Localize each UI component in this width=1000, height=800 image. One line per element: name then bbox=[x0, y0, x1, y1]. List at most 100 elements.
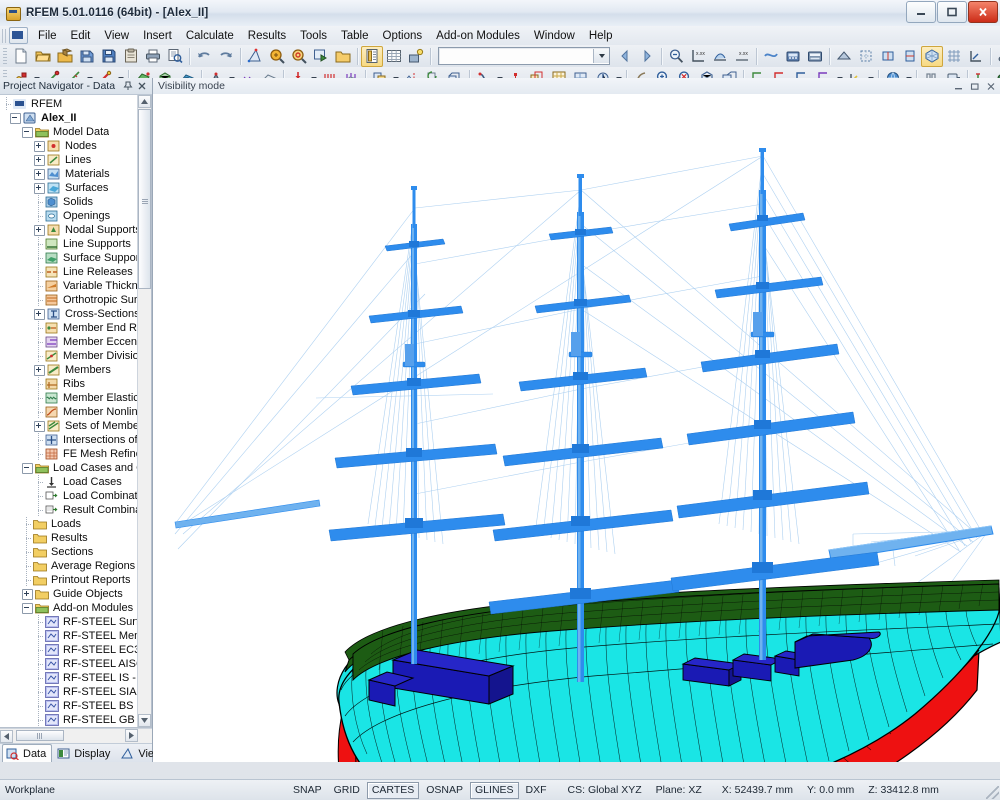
tree-item-variable-thickne[interactable]: Variable Thickne bbox=[0, 279, 150, 293]
redo-icon[interactable] bbox=[215, 46, 237, 67]
menu-table[interactable]: Table bbox=[334, 28, 376, 44]
expand-icon[interactable] bbox=[22, 588, 33, 600]
maximize-button[interactable] bbox=[937, 1, 967, 23]
tree-item-cross-sections[interactable]: Cross-Sections bbox=[0, 307, 150, 321]
snap-toggle-osnap[interactable]: OSNAP bbox=[421, 782, 468, 799]
tree-item-rf-steel-memb[interactable]: RF-STEEL Memb bbox=[0, 629, 150, 643]
menu-calculate[interactable]: Calculate bbox=[179, 28, 241, 44]
collapse-icon[interactable] bbox=[22, 126, 33, 138]
expand-icon[interactable] bbox=[34, 420, 45, 432]
pin-icon[interactable] bbox=[121, 80, 135, 93]
tree-item-solids[interactable]: Solids bbox=[0, 195, 150, 209]
toolbar-grip[interactable] bbox=[3, 48, 7, 64]
menu-help[interactable]: Help bbox=[582, 28, 620, 44]
collapse-icon[interactable] bbox=[10, 112, 21, 124]
tree-item-printout-reports[interactable]: Printout Reports bbox=[0, 573, 150, 587]
result-diagram-icon[interactable] bbox=[709, 46, 731, 67]
menu-edit[interactable]: Edit bbox=[64, 28, 98, 44]
view-side-icon[interactable] bbox=[899, 46, 921, 67]
view-grid-icon[interactable] bbox=[943, 46, 965, 67]
render-model-icon[interactable] bbox=[244, 46, 266, 67]
tree-item-lines[interactable]: Lines bbox=[0, 153, 150, 167]
tree-item-average-regions[interactable]: Average Regions bbox=[0, 559, 150, 573]
tree-item-nodal-supports[interactable]: Nodal Supports bbox=[0, 223, 150, 237]
value-table-icon[interactable]: x.xx bbox=[731, 46, 753, 67]
menu-tools[interactable]: Tools bbox=[293, 28, 334, 44]
tree-item-surfaces[interactable]: Surfaces bbox=[0, 181, 150, 195]
tree-item-member-nonline[interactable]: Member Nonline bbox=[0, 405, 150, 419]
scroll-down-button[interactable] bbox=[138, 714, 151, 727]
print-preview-icon[interactable] bbox=[164, 46, 186, 67]
tab-data[interactable]: Data bbox=[2, 744, 53, 762]
expand-icon[interactable] bbox=[34, 182, 45, 194]
tree-item-fe-mesh-refinem[interactable]: FE Mesh Refinem bbox=[0, 447, 150, 461]
tree-item-rf-steel-aisc[interactable]: RF-STEEL AISC - bbox=[0, 657, 150, 671]
navigator-vertical-scrollbar[interactable] bbox=[137, 95, 151, 727]
tree-item-load-cases[interactable]: Load Cases bbox=[0, 475, 150, 489]
tab-display[interactable]: Display bbox=[53, 745, 116, 762]
save-as-model-icon[interactable] bbox=[76, 46, 98, 67]
tree-item-members[interactable]: Members bbox=[0, 363, 150, 377]
tree-item-member-division[interactable]: Member Division bbox=[0, 349, 150, 363]
tree-item-result-combinat[interactable]: Result Combinat bbox=[0, 503, 150, 517]
zoom-target-icon[interactable] bbox=[288, 46, 310, 67]
menu-results[interactable]: Results bbox=[241, 28, 293, 44]
tree-item-model-data[interactable]: Model Data bbox=[0, 125, 150, 139]
tree-item-add-on-modules[interactable]: Add-on Modules bbox=[0, 601, 150, 615]
expand-icon[interactable] bbox=[34, 364, 45, 376]
scroll-right-button[interactable] bbox=[125, 729, 138, 742]
expand-icon[interactable] bbox=[34, 224, 45, 236]
view-plane-icon[interactable] bbox=[965, 46, 987, 67]
expand-icon[interactable] bbox=[34, 154, 45, 166]
select-pick-icon[interactable] bbox=[310, 46, 332, 67]
calculate-all-icon[interactable] bbox=[782, 46, 804, 67]
tree-item-load-combinatio[interactable]: Load Combinatio bbox=[0, 489, 150, 503]
save-icon[interactable] bbox=[98, 46, 120, 67]
undo-icon[interactable] bbox=[193, 46, 215, 67]
expand-icon[interactable] bbox=[34, 308, 45, 320]
tree-item-nodes[interactable]: Nodes bbox=[0, 139, 150, 153]
close-icon[interactable] bbox=[135, 80, 149, 93]
navigator-tree-container[interactable]: RFEM Alex_II Model Data Nodes Lines Materials… bbox=[0, 95, 152, 728]
clipboard-icon[interactable] bbox=[120, 46, 142, 67]
tree-item-member-elastic-f[interactable]: Member Elastic F bbox=[0, 391, 150, 405]
new-file-icon[interactable] bbox=[10, 46, 32, 67]
tree-item-line-supports[interactable]: Line Supports bbox=[0, 237, 150, 251]
snap-toggle-cartes[interactable]: CARTES bbox=[366, 781, 420, 799]
tree-item-results[interactable]: Results bbox=[0, 531, 150, 545]
menu-addon-modules[interactable]: Add-on Modules bbox=[429, 28, 527, 44]
close-button[interactable] bbox=[968, 1, 998, 23]
tree-item-materials[interactable]: Materials bbox=[0, 167, 150, 181]
hscroll-thumb[interactable] bbox=[16, 730, 64, 741]
model-viewport-3d[interactable] bbox=[153, 94, 1000, 762]
calculate-selected-icon[interactable] bbox=[804, 46, 826, 67]
scroll-thumb[interactable] bbox=[138, 109, 151, 289]
collapse-icon[interactable] bbox=[22, 602, 33, 614]
mdi-minimize-button[interactable] bbox=[953, 80, 965, 92]
tree-item-orthotropic-surf[interactable]: Orthotropic Surf bbox=[0, 293, 150, 307]
snap-toggle-snap[interactable]: SNAP bbox=[288, 782, 327, 799]
tree-item-load-cases-and-con[interactable]: Load Cases and Con bbox=[0, 461, 150, 475]
next-loadcase-icon[interactable] bbox=[636, 46, 658, 67]
lighting-icon[interactable] bbox=[405, 46, 427, 67]
tree-item-rfem[interactable]: RFEM bbox=[0, 97, 150, 111]
view-wireframe-icon[interactable] bbox=[855, 46, 877, 67]
view-front-icon[interactable] bbox=[877, 46, 899, 67]
menu-window[interactable]: Window bbox=[527, 28, 582, 44]
tree-item-member-eccentr[interactable]: Member Eccentr bbox=[0, 335, 150, 349]
mdi-restore-button[interactable] bbox=[969, 80, 981, 92]
tree-item-member-end-rel[interactable]: Member End Rel bbox=[0, 321, 150, 335]
open-model-icon[interactable] bbox=[54, 46, 76, 67]
tree-item-rf-steel-gb-de[interactable]: RF-STEEL GB - De bbox=[0, 713, 150, 727]
menu-insert[interactable]: Insert bbox=[136, 28, 179, 44]
tree-item-ribs[interactable]: Ribs bbox=[0, 377, 150, 391]
tree-item-rf-steel-ec3-d[interactable]: RF-STEEL EC3 - D bbox=[0, 643, 150, 657]
collapse-icon[interactable] bbox=[22, 462, 33, 474]
tree-item-openings[interactable]: Openings bbox=[0, 209, 150, 223]
tree-item-loads[interactable]: Loads bbox=[0, 517, 150, 531]
menu-view[interactable]: View bbox=[97, 28, 136, 44]
tree-item-guide-objects[interactable]: Guide Objects bbox=[0, 587, 150, 601]
open-folder-icon[interactable] bbox=[332, 46, 354, 67]
tree-item-rf-steel-sia-d[interactable]: RF-STEEL SIA - D bbox=[0, 685, 150, 699]
tree-item-rf-steel-surface[interactable]: RF-STEEL Surface bbox=[0, 615, 150, 629]
